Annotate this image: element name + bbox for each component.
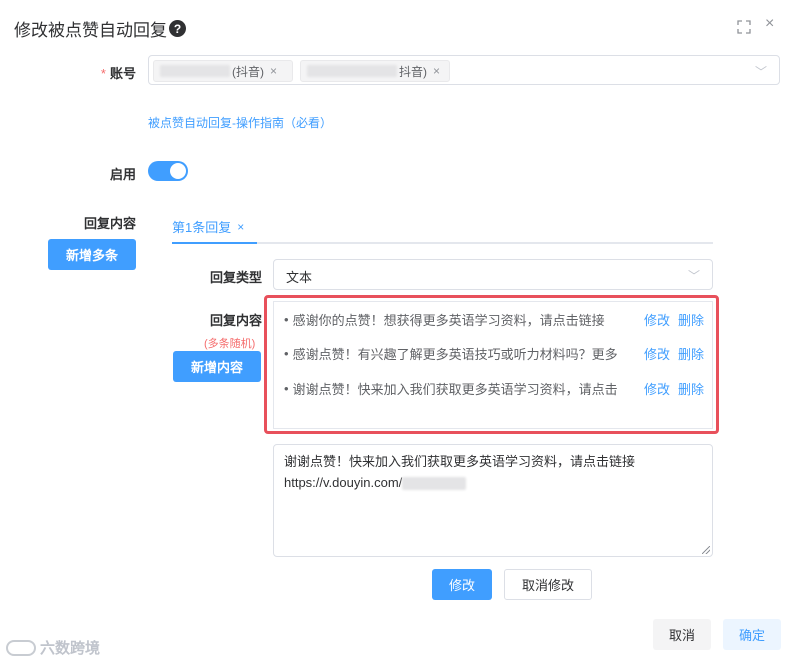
confirm-button[interactable]: 确定 bbox=[723, 619, 781, 650]
reply-type-value: 文本 bbox=[286, 270, 313, 285]
enable-label: 启用 bbox=[109, 167, 136, 182]
watermark: 六数跨境 bbox=[6, 637, 100, 658]
fullscreen-icon[interactable] bbox=[737, 20, 751, 34]
account-select[interactable]: (抖音) × 抖音) × ﹀ bbox=[148, 55, 780, 85]
chevron-down-icon[interactable]: ﹀ bbox=[755, 63, 767, 80]
resize-handle[interactable] bbox=[702, 546, 710, 554]
cancel-edit-button[interactable]: 取消修改 bbox=[504, 569, 592, 600]
redacted-link bbox=[402, 477, 467, 491]
watermark-logo bbox=[6, 639, 36, 656]
tag-remove-icon[interactable]: × bbox=[433, 64, 440, 78]
reply-list-label: 回复内容 bbox=[209, 313, 262, 328]
add-content-button[interactable]: 新增内容 bbox=[173, 351, 261, 382]
tag-remove-icon[interactable]: × bbox=[270, 64, 277, 78]
tab-close-icon[interactable]: × bbox=[237, 220, 244, 234]
enable-switch[interactable] bbox=[148, 161, 188, 181]
editor-line: 谢谢点赞！快来加入我们获取更多英语学习资料，请点击链接 bbox=[284, 454, 636, 469]
reply-type-select[interactable]: 文本 ﹀ bbox=[273, 259, 713, 290]
close-icon[interactable]: × bbox=[765, 15, 774, 33]
guide-link[interactable]: 被点赞自动回复-操作指南（必看） bbox=[148, 114, 332, 131]
chevron-down-icon[interactable]: ﹀ bbox=[688, 267, 700, 284]
save-edit-button[interactable]: 修改 bbox=[432, 569, 492, 600]
help-icon[interactable]: ? bbox=[169, 20, 186, 37]
tab-active-indicator bbox=[172, 242, 257, 244]
random-hint: (多条随机) bbox=[204, 338, 256, 350]
dialog-title-text: 修改被点赞自动回复 bbox=[14, 21, 167, 40]
reply-content-label: 回复内容 bbox=[83, 216, 136, 231]
redacted-name bbox=[307, 65, 397, 77]
redacted-name bbox=[160, 65, 230, 77]
required-mark: * bbox=[100, 66, 106, 81]
editor-line: https://v.douyin.com/ bbox=[284, 472, 702, 493]
reply-editor[interactable]: 谢谢点赞！快来加入我们获取更多英语学习资料，请点击链接 https://v.do… bbox=[273, 444, 713, 557]
add-more-button[interactable]: 新增多条 bbox=[48, 239, 136, 270]
account-tag: (抖音) × bbox=[153, 60, 293, 82]
account-tag: 抖音) × bbox=[300, 60, 450, 82]
switch-knob bbox=[170, 163, 186, 179]
highlight-frame bbox=[264, 295, 719, 434]
cancel-button[interactable]: 取消 bbox=[653, 619, 711, 650]
tab-reply-1[interactable]: 第1条回复 × bbox=[172, 217, 244, 236]
account-label: * 账号 bbox=[100, 66, 136, 81]
dialog-title: 修改被点赞自动回复 ? bbox=[14, 16, 186, 41]
reply-type-label: 回复类型 bbox=[209, 270, 262, 285]
